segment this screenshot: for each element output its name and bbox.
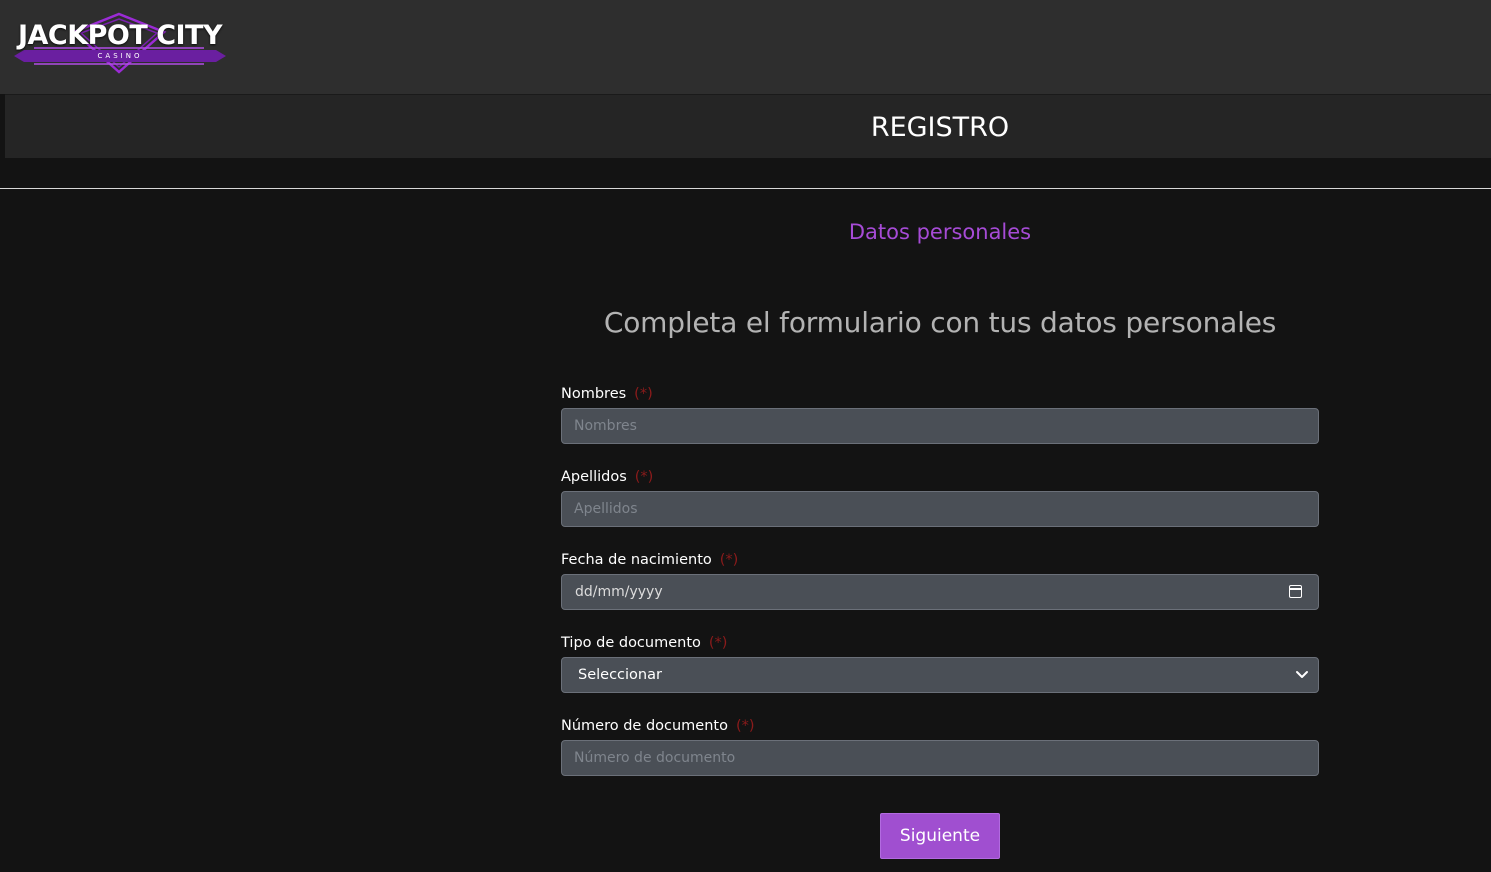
birth-date-group: Fecha de nacimiento (*) dd/mm/yyyy: [561, 550, 1319, 610]
document-number-label: Número de documento (*): [561, 716, 1319, 740]
first-name-group: Nombres (*): [561, 384, 1319, 444]
last-name-label-text: Apellidos: [561, 469, 627, 485]
first-name-input[interactable]: [562, 409, 1318, 443]
required-marker: (*): [634, 386, 653, 402]
page-title-band: REGISTRO: [5, 94, 1491, 158]
first-name-input-box: [561, 408, 1319, 444]
birth-date-label: Fecha de nacimiento (*): [561, 550, 1319, 574]
page-title: REGISTRO: [870, 112, 1010, 143]
first-name-label: Nombres (*): [561, 384, 1319, 408]
logo-subtitle: CASINO: [97, 52, 143, 60]
top-bar: JACKPOT CITY CASINO: [0, 0, 1491, 94]
next-button[interactable]: Siguiente: [880, 813, 1000, 859]
birth-date-placeholder: dd/mm/yyyy: [575, 584, 663, 600]
document-number-label-text: Número de documento: [561, 718, 728, 734]
jackpot-city-logo[interactable]: JACKPOT CITY CASINO: [4, 12, 234, 76]
calendar-icon[interactable]: [1289, 585, 1302, 598]
document-number-input[interactable]: [562, 741, 1318, 775]
step-label: Datos personales: [848, 220, 1032, 244]
document-type-label: Tipo de documento (*): [561, 633, 1319, 657]
birth-date-label-text: Fecha de nacimiento: [561, 552, 712, 568]
first-name-label-text: Nombres: [561, 386, 627, 402]
required-marker: (*): [708, 635, 728, 651]
last-name-label: Apellidos (*): [561, 467, 1319, 491]
document-type-select[interactable]: Seleccionar: [561, 657, 1319, 693]
last-name-group: Apellidos (*): [561, 467, 1319, 527]
last-name-input-box: [561, 491, 1319, 527]
document-number-group: Número de documento (*): [561, 716, 1319, 776]
chevron-down-icon: [1296, 671, 1308, 678]
document-type-group: Tipo de documento (*) Seleccionar: [561, 633, 1319, 693]
form-heading: Completa el formulario con tus datos per…: [603, 306, 1277, 339]
logo-wordmark: JACKPOT CITY: [17, 20, 223, 51]
required-marker: (*): [719, 552, 739, 568]
last-name-input[interactable]: [562, 492, 1318, 526]
required-marker: (*): [634, 469, 654, 485]
required-marker: (*): [735, 718, 755, 734]
divider: [0, 188, 1491, 189]
document-number-input-box: [561, 740, 1319, 776]
birth-date-input[interactable]: dd/mm/yyyy: [561, 574, 1319, 610]
document-type-label-text: Tipo de documento: [561, 635, 701, 651]
document-type-selected: Seleccionar: [578, 667, 662, 683]
